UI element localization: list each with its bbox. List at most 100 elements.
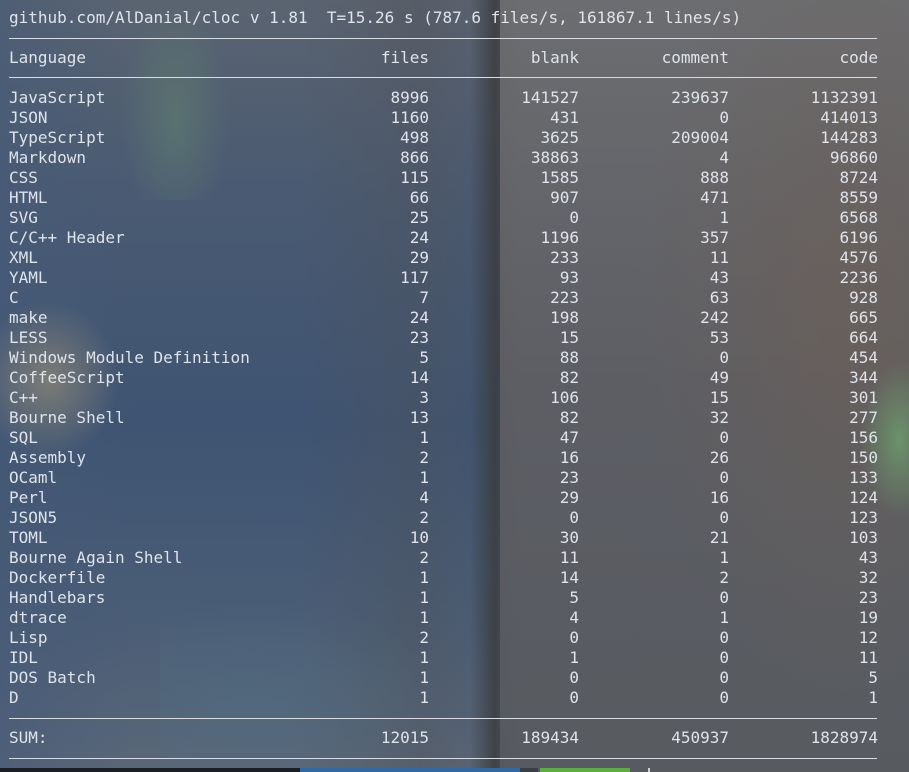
cell-code: 1132391	[810, 88, 878, 107]
table-row: Handlebars 1 5 0 23	[0, 588, 909, 608]
cell-blank: 14	[559, 568, 579, 587]
cell-language: YAML	[9, 268, 48, 287]
cell-comment: 357	[700, 228, 729, 247]
cell-comment: 0	[719, 588, 729, 607]
table-row: Markdown 866 38863 4 96860	[0, 148, 909, 168]
cell-files: 66	[409, 188, 429, 207]
cell-comment: 32	[709, 408, 729, 427]
separator-top	[9, 38, 877, 39]
cell-files: 1	[419, 588, 429, 607]
cell-code: 144283	[820, 128, 878, 147]
cell-files: 2	[419, 548, 429, 567]
terminal-output: github.com/AlDanial/cloc v 1.81 T=15.26 …	[0, 0, 909, 772]
cell-language: Assembly	[9, 448, 87, 467]
cell-language: IDL	[9, 648, 38, 667]
cell-code: 150	[849, 448, 878, 467]
cell-files: 2	[419, 628, 429, 647]
cell-blank: 11	[559, 548, 579, 567]
cell-comment: 239637	[671, 88, 729, 107]
cell-language: TypeScript	[9, 128, 106, 147]
cell-blank: 907	[550, 188, 579, 207]
cell-code: 414013	[820, 108, 878, 127]
cell-blank: 198	[550, 308, 579, 327]
cell-files: 1	[419, 668, 429, 687]
cell-code: 12	[858, 628, 878, 647]
table-row: XML 29 233 11 4576	[0, 248, 909, 268]
cell-language: Bourne Shell	[9, 408, 125, 427]
cell-language: JavaScript	[9, 88, 106, 107]
table-row: Lisp 2 0 0 12	[0, 628, 909, 648]
cell-comment: 0	[719, 348, 729, 367]
cell-blank: 1585	[540, 168, 579, 187]
cell-code: 32	[858, 568, 878, 587]
cell-files: 866	[400, 148, 429, 167]
cell-comment: 1	[719, 608, 729, 627]
cell-language: Bourne Again Shell	[9, 548, 183, 567]
cell-code: 96860	[829, 148, 878, 167]
table-header-row: Language files blank comment code	[0, 48, 909, 68]
cell-code: 664	[849, 328, 878, 347]
cell-code: 8724	[839, 168, 878, 187]
cell-blank: 1196	[540, 228, 579, 247]
cell-code: 23	[858, 588, 878, 607]
cell-code: 43	[858, 548, 878, 567]
cell-blank: 82	[559, 408, 579, 427]
column-header-blank: blank	[530, 48, 579, 67]
cell-language: make	[9, 308, 48, 327]
cell-files: 5	[419, 348, 429, 367]
cell-comment: 471	[700, 188, 729, 207]
cell-comment: 0	[719, 688, 729, 707]
cell-language: DOS Batch	[9, 668, 96, 687]
cell-code: 124	[849, 488, 878, 507]
cell-files: 24	[409, 308, 429, 327]
cell-files: 1	[419, 688, 429, 707]
cloc-summary-line: github.com/AlDanial/cloc v 1.81 T=15.26 …	[9, 8, 742, 27]
cell-files: 14	[409, 368, 429, 387]
cell-code: 344	[849, 368, 878, 387]
cell-files: 3	[419, 388, 429, 407]
cell-language: Dockerfile	[9, 568, 106, 587]
column-header-code: code	[839, 48, 878, 67]
table-row: TypeScript 498 3625 209004 144283	[0, 128, 909, 148]
cell-code: 1	[868, 688, 878, 707]
cell-comment: 26	[709, 448, 729, 467]
table-row: C/C++ Header 24 1196 357 6196	[0, 228, 909, 248]
cell-comment: 11	[709, 248, 729, 267]
column-header-comment: comment	[661, 48, 729, 67]
table-row: LESS 23 15 53 664	[0, 328, 909, 348]
cell-files: 23	[409, 328, 429, 347]
cell-files: 10	[409, 528, 429, 547]
table-row: Dockerfile 1 14 2 32	[0, 568, 909, 588]
cell-language: C++	[9, 388, 38, 407]
cell-language: LESS	[9, 328, 48, 347]
cell-comment: 1	[719, 208, 729, 227]
cell-language: C	[9, 288, 19, 307]
table-row: CSS 115 1585 888 8724	[0, 168, 909, 188]
cell-language: CoffeeScript	[9, 368, 125, 387]
cell-blank: 16	[559, 448, 579, 467]
table-row: SQL 1 47 0 156	[0, 428, 909, 448]
tmux-status-bar	[0, 768, 909, 772]
separator-bottom	[9, 758, 877, 759]
cell-language: D	[9, 688, 19, 707]
cell-code: 8559	[839, 188, 878, 207]
cell-comment: 53	[709, 328, 729, 347]
cell-files: 29	[409, 248, 429, 267]
cell-code: 123	[849, 508, 878, 527]
cell-code: 19	[858, 608, 878, 627]
cell-files: 115	[400, 168, 429, 187]
table-row: JSON 1160 431 0 414013	[0, 108, 909, 128]
cell-language: Handlebars	[9, 588, 106, 607]
table-row: IDL 1 1 0 11	[0, 648, 909, 668]
cell-blank: 233	[550, 248, 579, 267]
column-header-files: files	[380, 48, 429, 67]
column-header-language: Language	[9, 48, 87, 67]
cell-files: 2	[419, 448, 429, 467]
cell-files: 1160	[390, 108, 429, 127]
table-row: D 1 0 0 1	[0, 688, 909, 708]
sum-blank: 189434	[521, 728, 579, 747]
cell-language: XML	[9, 248, 38, 267]
cell-comment: 16	[709, 488, 729, 507]
sum-files: 12015	[380, 728, 429, 747]
cell-language: JSON5	[9, 508, 58, 527]
